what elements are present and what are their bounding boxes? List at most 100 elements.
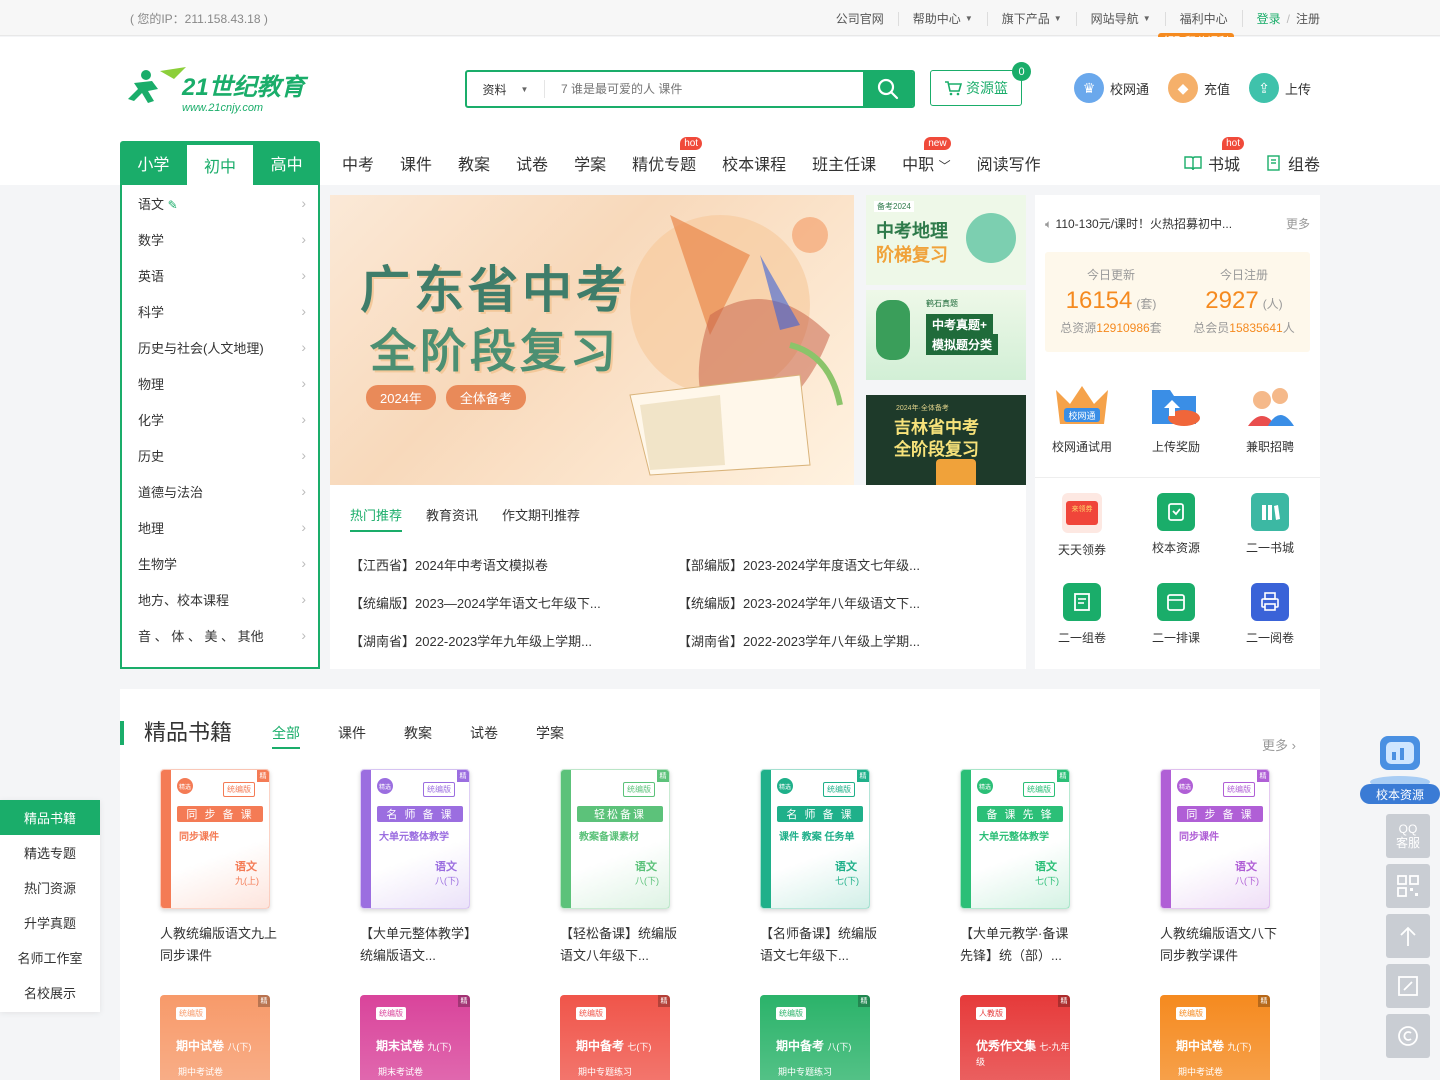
subject-item[interactable]: 科学 › bbox=[122, 293, 318, 329]
book-cover[interactable]: 精选 统编版精名 师 备 课课件 教案 任务单 语文 七(下) bbox=[760, 769, 870, 909]
book-card[interactable]: 统编版 精期中试卷 九(下) 期中考试卷 bbox=[1160, 995, 1270, 1080]
back-to-top-button[interactable] bbox=[1386, 914, 1430, 958]
nav-item-bookstore[interactable]: 书城 hot bbox=[1184, 137, 1244, 175]
tab-lesson-plan[interactable]: 教案 bbox=[404, 723, 432, 749]
book-cover[interactable]: 统编版精轻松备课 教案备课素材 语文 八(下) bbox=[560, 769, 670, 909]
subject-item[interactable]: 历史 › bbox=[122, 437, 318, 473]
top-link-help[interactable]: 帮助中心 ▼ bbox=[897, 11, 987, 26]
nav-item-vocational[interactable]: 中职 ﹀ new bbox=[902, 137, 951, 175]
nav-item-zhongkao[interactable]: 中考 bbox=[342, 151, 374, 175]
subject-item[interactable]: 物理 › bbox=[122, 365, 318, 401]
subject-item[interactable]: 地方、校本课程 › bbox=[122, 581, 318, 617]
tab-all[interactable]: 全部 bbox=[272, 723, 300, 749]
book-card[interactable]: 人教版 精优秀作文集 七-九年级 bbox=[960, 995, 1070, 1080]
book-card[interactable]: 精选 统编版精同 步 备 课同步课件 语文 八(下) 人教统编版语文八下 同步教学课件 bbox=[1160, 769, 1277, 967]
book-card[interactable]: 精选 统编版精备 课 先 锋大单元整体教学 语文 七(下) 【大单元教学·备课先锋】统（… bbox=[960, 769, 1072, 967]
book-card[interactable]: 精选 统编版精同 步 备 课同步课件 语文 九(上) 人教统编版语文九上 同步课件 bbox=[160, 769, 277, 967]
qrcode-button[interactable] bbox=[1386, 864, 1430, 908]
tool-schedule[interactable]: 二一排课 bbox=[1131, 583, 1221, 646]
book-cover[interactable]: 精选 统编版精名 师 备 课大单元整体教学 语文 八(下) bbox=[360, 769, 470, 909]
login-link[interactable]: 登录 bbox=[1241, 10, 1285, 27]
notice-more-link[interactable]: 更多 bbox=[1286, 215, 1310, 232]
book-cover[interactable]: 统编版 精期中试卷 九(下) 期中考试卷 bbox=[1160, 995, 1270, 1080]
nav-item-reading[interactable]: 阅读写作 bbox=[977, 151, 1041, 175]
news-item[interactable]: 【江西省】2024年中考语文模拟卷 bbox=[350, 555, 650, 574]
top-link-company[interactable]: 公司官网 bbox=[822, 12, 898, 26]
nav-item-exam[interactable]: 试卷 bbox=[516, 151, 548, 175]
tab-primary[interactable]: 小学 bbox=[120, 141, 187, 185]
school-resource-float[interactable]: 校本资源 bbox=[1360, 730, 1440, 806]
book-card[interactable]: 精选 统编版精名 师 备 课大单元整体教学 语文 八(下) 【大单元整体教学】统编版语文… bbox=[360, 769, 477, 967]
book-card[interactable]: 统编版精轻松备课 教案备课素材 语文 八(下) 【轻松备课】统编版语文八年级下... bbox=[560, 769, 677, 967]
tab-exam[interactable]: 试卷 bbox=[470, 723, 498, 749]
news-item[interactable]: 【统编版】2023—2024学年语文七年级下... bbox=[350, 593, 650, 612]
register-link[interactable]: 注册 bbox=[1292, 10, 1320, 27]
subject-item[interactable]: 生物学 › bbox=[122, 545, 318, 581]
tab-essay-journal[interactable]: 作文期刊推荐 bbox=[502, 505, 580, 532]
news-item[interactable]: 【统编版】2023-2024学年八年级语文下... bbox=[678, 593, 978, 612]
nav-item-study-plan[interactable]: 学案 bbox=[574, 151, 606, 175]
search-input[interactable] bbox=[545, 72, 863, 106]
book-cover[interactable]: 统编版 精期中试卷 八(下) 期中考试卷 bbox=[160, 995, 270, 1080]
subject-item[interactable]: 历史与社会(人文地理) › bbox=[122, 329, 318, 365]
nav-item-featured[interactable]: 精优专题 hot bbox=[632, 137, 703, 175]
top-link-products[interactable]: 旗下产品 ▼ bbox=[986, 11, 1076, 26]
book-title[interactable]: 【轻松备课】统编版语文八年级下... bbox=[560, 923, 680, 967]
tool-bookstore[interactable]: 二一书城 bbox=[1225, 493, 1315, 556]
qq-support-button[interactable]: QQ 客服 bbox=[1386, 814, 1430, 858]
nav-item-lesson-plan[interactable]: 教案 bbox=[458, 151, 490, 175]
thumb-banner-jilin[interactable]: 2024年·全体备考 吉林省中考 全阶段复习 bbox=[866, 395, 1026, 485]
subject-item[interactable]: 数学 › bbox=[122, 221, 318, 257]
tool-school-resource[interactable]: 校本资源 bbox=[1131, 493, 1221, 556]
book-cover[interactable]: 统编版 精期中备考 八(下) 期中专题练习 bbox=[760, 995, 870, 1080]
float-nav-schools[interactable]: 名校展示 bbox=[0, 975, 100, 1010]
promo-part-time[interactable]: 兼职招聘 bbox=[1225, 380, 1315, 455]
search-type-select[interactable]: 资料 ▼ bbox=[467, 80, 545, 98]
main-banner[interactable]: 广东省中考 全阶段复习 2024年 全体备考 bbox=[330, 195, 854, 485]
tool-coupon[interactable]: 来领券 天天领券 bbox=[1037, 493, 1127, 558]
book-title[interactable]: 人教统编版语文八下 同步教学课件 bbox=[1160, 923, 1280, 967]
notice-text[interactable]: 🔈︎ 110-130元/课时！火热招募初中... bbox=[1045, 215, 1232, 232]
book-card[interactable]: 统编版 精期末试卷 九(下) 期末考试卷 bbox=[360, 995, 470, 1080]
thumb-banner-exam[interactable]: 中考真题+ 模拟题分类 鹤石真题 bbox=[866, 290, 1026, 380]
subject-item[interactable]: 化学 › bbox=[122, 401, 318, 437]
promo-xiaowangtong-trial[interactable]: 校网通 校网通试用 bbox=[1037, 380, 1127, 455]
recharge-button[interactable]: ◆ 充值 bbox=[1168, 73, 1230, 103]
news-item[interactable]: 【湖南省】2022-2023学年八年级上学期... bbox=[678, 631, 978, 650]
site-logo[interactable]: 21世纪教育 www.21cnjy.com bbox=[124, 65, 314, 115]
books-more-link[interactable]: 更多 › bbox=[1262, 735, 1296, 754]
tool-compose[interactable]: 二一组卷 bbox=[1037, 583, 1127, 646]
book-cover[interactable]: 统编版 精期中备考 七(下) 期中专题练习 bbox=[560, 995, 670, 1080]
resource-basket-button[interactable]: 资源篮 bbox=[930, 70, 1022, 106]
book-cover[interactable]: 精选 统编版精备 课 先 锋大单元整体教学 语文 七(下) bbox=[960, 769, 1070, 909]
xiaowangtong-button[interactable]: ♛ 校网通 bbox=[1074, 73, 1149, 103]
book-title[interactable]: 【名师备课】统编版语文七年级下... bbox=[760, 923, 880, 967]
tab-edu-news[interactable]: 教育资讯 bbox=[426, 505, 478, 532]
subject-item[interactable]: 道德与法治 › bbox=[122, 473, 318, 509]
tab-courseware[interactable]: 课件 bbox=[338, 723, 366, 749]
tab-study-plan[interactable]: 学案 bbox=[536, 723, 564, 749]
float-nav-books[interactable]: 精品书籍 bbox=[0, 800, 100, 835]
book-card[interactable]: 统编版 精期中备考 七(下) 期中专题练习 bbox=[560, 995, 670, 1080]
float-nav-topics[interactable]: 精选专题 bbox=[0, 835, 100, 870]
tab-hot-recommend[interactable]: 热门推荐 bbox=[350, 505, 403, 532]
book-title[interactable]: 【大单元教学·备课先锋】统（部）... bbox=[960, 923, 1080, 967]
nav-item-class-teacher[interactable]: 班主任课 bbox=[812, 151, 876, 175]
book-card[interactable]: 统编版 精期中试卷 八(下) 期中考试卷 bbox=[160, 995, 270, 1080]
top-link-sitenav[interactable]: 网站导航 ▼ bbox=[1075, 11, 1165, 26]
float-nav-real-exams[interactable]: 升学真题 bbox=[0, 905, 100, 940]
book-card[interactable]: 精选 统编版精名 师 备 课课件 教案 任务单 语文 七(下) 【名师备课】统编版语文七… bbox=[760, 769, 877, 967]
news-item[interactable]: 【部编版】2023-2024学年度语文七年级... bbox=[678, 555, 978, 574]
feedback-button[interactable] bbox=[1386, 964, 1430, 1008]
float-nav-hot[interactable]: 热门资源 bbox=[0, 870, 100, 905]
tool-grading[interactable]: 二一阅卷 bbox=[1225, 583, 1315, 646]
subject-item[interactable]: 英语 › bbox=[122, 257, 318, 293]
search-button[interactable] bbox=[863, 72, 913, 106]
top-link-welfare[interactable]: 福利中心 bbox=[1164, 11, 1242, 26]
float-nav-teacher-studio[interactable]: 名师工作室 bbox=[0, 940, 100, 975]
upload-button[interactable]: ⇪ 上传 bbox=[1249, 73, 1311, 103]
thumb-banner-geography[interactable]: 备考2024 中考地理 阶梯复习 bbox=[866, 195, 1026, 285]
tab-senior[interactable]: 高中 bbox=[253, 141, 320, 185]
nav-item-courseware[interactable]: 课件 bbox=[400, 151, 432, 175]
subject-item[interactable]: 地理 › bbox=[122, 509, 318, 545]
